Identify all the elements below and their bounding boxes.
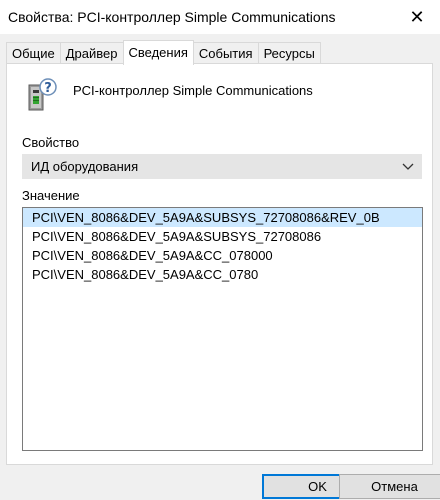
close-icon: ✕ — [409, 6, 425, 27]
details-panel: ? PCI-контроллер Simple Communications С… — [6, 63, 433, 465]
list-item[interactable]: PCI\VEN_8086&DEV_5A9A&CC_0780 — [23, 265, 422, 284]
cancel-button[interactable]: Отмена — [339, 474, 440, 499]
window-title: Свойства: PCI-контроллер Simple Communic… — [8, 9, 336, 25]
list-item[interactable]: PCI\VEN_8086&DEV_5A9A&CC_078000 — [23, 246, 422, 265]
title-bar: Свойства: PCI-контроллер Simple Communic… — [0, 0, 440, 34]
tab-strip: Общие Драйвер Сведения События Ресурсы — [6, 40, 436, 65]
unknown-device-icon: ? — [23, 78, 59, 112]
tab-driver[interactable]: Драйвер — [59, 42, 124, 64]
svg-text:?: ? — [44, 81, 52, 96]
close-button[interactable]: ✕ — [394, 0, 440, 34]
value-label: Значение — [22, 188, 80, 203]
device-name: PCI-контроллер Simple Communications — [73, 83, 313, 98]
property-selected-value: ИД оборудования — [31, 159, 139, 174]
value-listbox[interactable]: PCI\VEN_8086&DEV_5A9A&SUBSYS_72708086&RE… — [22, 207, 423, 451]
list-item[interactable]: PCI\VEN_8086&DEV_5A9A&SUBSYS_72708086&RE… — [23, 208, 422, 227]
property-label: Свойство — [22, 135, 80, 150]
tab-events[interactable]: События — [192, 42, 259, 64]
chevron-down-icon — [401, 160, 415, 174]
list-item[interactable]: PCI\VEN_8086&DEV_5A9A&SUBSYS_72708086 — [23, 227, 422, 246]
tab-resources[interactable]: Ресурсы — [257, 42, 321, 64]
tab-general[interactable]: Общие — [6, 42, 61, 64]
tab-details[interactable]: Сведения — [122, 40, 194, 65]
property-dropdown[interactable]: ИД оборудования — [22, 154, 422, 179]
